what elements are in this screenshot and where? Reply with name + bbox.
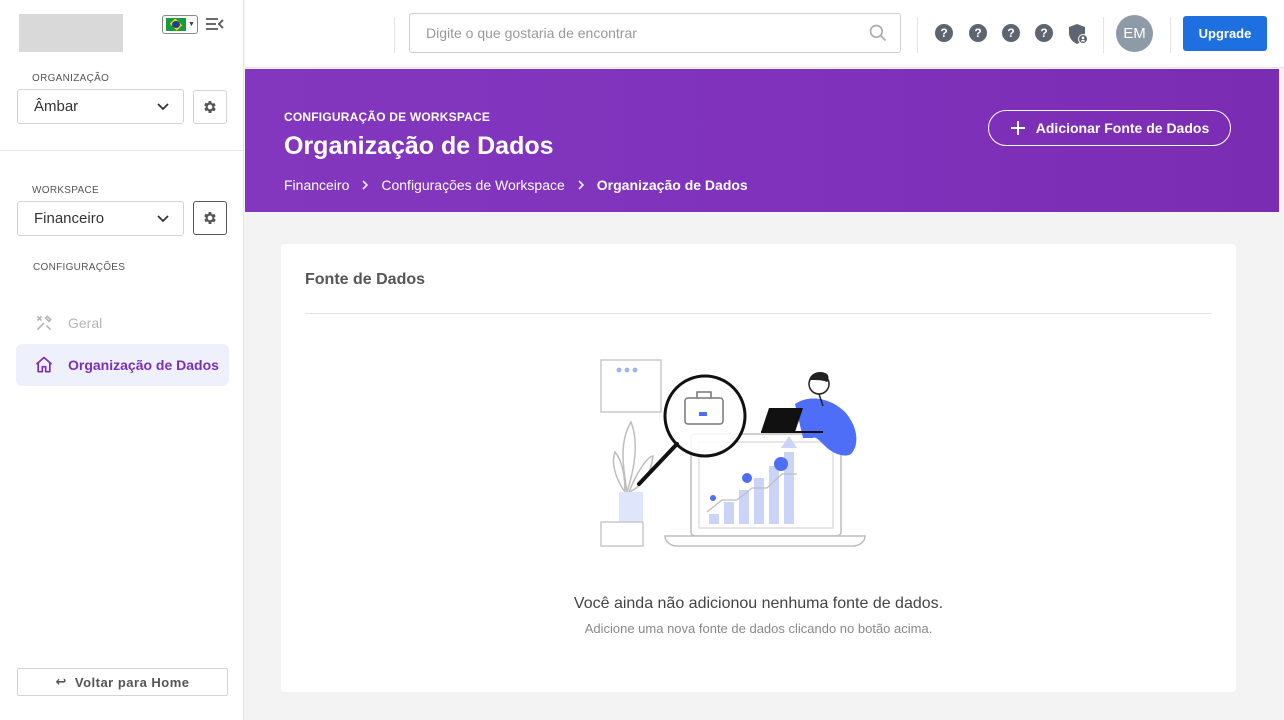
topbar-divider (917, 17, 918, 53)
add-data-source-button[interactable]: Adicionar Fonte de Dados (988, 110, 1231, 146)
organization-value: Âmbar (34, 98, 79, 115)
back-home-button[interactable]: ↩ Voltar para Home (17, 668, 228, 696)
gear-icon (204, 101, 216, 113)
chevron-right-icon (578, 180, 584, 190)
workspace-settings-button[interactable] (193, 201, 227, 235)
topbar-divider (394, 17, 395, 53)
sidebar-item-geral[interactable]: Geral (16, 302, 229, 344)
sidebar-item-organizacao-de-dados[interactable]: Organização de Dados (16, 344, 229, 386)
page-eyebrow: CONFIGURAÇÃO DE WORKSPACE (284, 110, 491, 124)
topbar-divider (1103, 17, 1104, 53)
language-selector[interactable]: ▼ (162, 15, 198, 34)
topbar-divider (1170, 17, 1171, 53)
back-home-label: Voltar para Home (74, 674, 190, 690)
empty-state-subtitle: Adicione uma nova fonte de dados clicand… (584, 621, 933, 636)
avatar[interactable]: EM (1116, 15, 1153, 52)
help-icon[interactable]: ? (969, 24, 987, 42)
organization-select[interactable]: Âmbar (17, 89, 184, 124)
tools-icon (36, 315, 52, 331)
brazil-flag-icon (166, 18, 186, 31)
return-arrow-icon: ↩ (55, 674, 67, 689)
card-title: Fonte de Dados (305, 271, 426, 288)
organization-settings-button[interactable] (193, 90, 227, 124)
search-icon[interactable] (868, 23, 888, 43)
shield-user-icon[interactable] (1068, 23, 1088, 45)
add-data-source-label: Adicionar Fonte de Dados (1035, 120, 1210, 136)
page-header-banner: CONFIGURAÇÃO DE WORKSPACE Organização de… (245, 69, 1279, 212)
help-icon[interactable]: ? (1035, 24, 1053, 42)
chevron-down-icon (157, 214, 169, 222)
empty-state-title: Você ainda não adicionou nenhuma fonte d… (573, 595, 944, 612)
organization-label: ORGANIZAÇÃO (32, 73, 110, 84)
help-icon[interactable]: ? (935, 24, 953, 42)
sidebar-item-label: Organização de Dados (68, 357, 219, 373)
breadcrumb-link[interactable]: Financeiro (284, 177, 349, 193)
page-title: Organização de Dados (284, 132, 554, 160)
empty-state-illustration (600, 359, 866, 547)
chevron-right-icon (362, 180, 369, 190)
breadcrumb-current: Organização de Dados (596, 177, 748, 193)
home-icon (35, 356, 53, 373)
card-divider (305, 313, 1212, 314)
logo (19, 14, 123, 52)
help-icon[interactable]: ? (1002, 24, 1020, 42)
breadcrumb: Financeiro Configurações de Workspace Or… (284, 177, 748, 193)
topbar: ? ? ? ? EM Upgrade (245, 0, 1284, 68)
sidebar-item-label: Geral (68, 315, 103, 331)
workspace-select[interactable]: Financeiro (17, 201, 184, 236)
gear-icon (204, 212, 216, 224)
upgrade-button[interactable]: Upgrade (1183, 16, 1267, 51)
collapse-menu-icon[interactable] (205, 15, 225, 33)
settings-label: CONFIGURAÇÕES (33, 262, 126, 273)
sidebar-divider (0, 150, 244, 151)
chevron-down-icon (157, 102, 169, 110)
plus-icon (1010, 121, 1025, 135)
caret-down-icon: ▼ (188, 21, 195, 28)
workspace-label: WORKSPACE (32, 185, 99, 196)
sidebar: ▼ ORGANIZAÇÃO Âmbar WORKSPACE Financeiro… (0, 0, 244, 720)
data-sources-card: Fonte de Dados Você ainda não adicionou … (281, 244, 1236, 692)
breadcrumb-link[interactable]: Configurações de Workspace (381, 177, 564, 193)
search-box[interactable] (409, 13, 901, 53)
workspace-value: Financeiro (34, 210, 105, 227)
search-input[interactable] (426, 25, 846, 41)
